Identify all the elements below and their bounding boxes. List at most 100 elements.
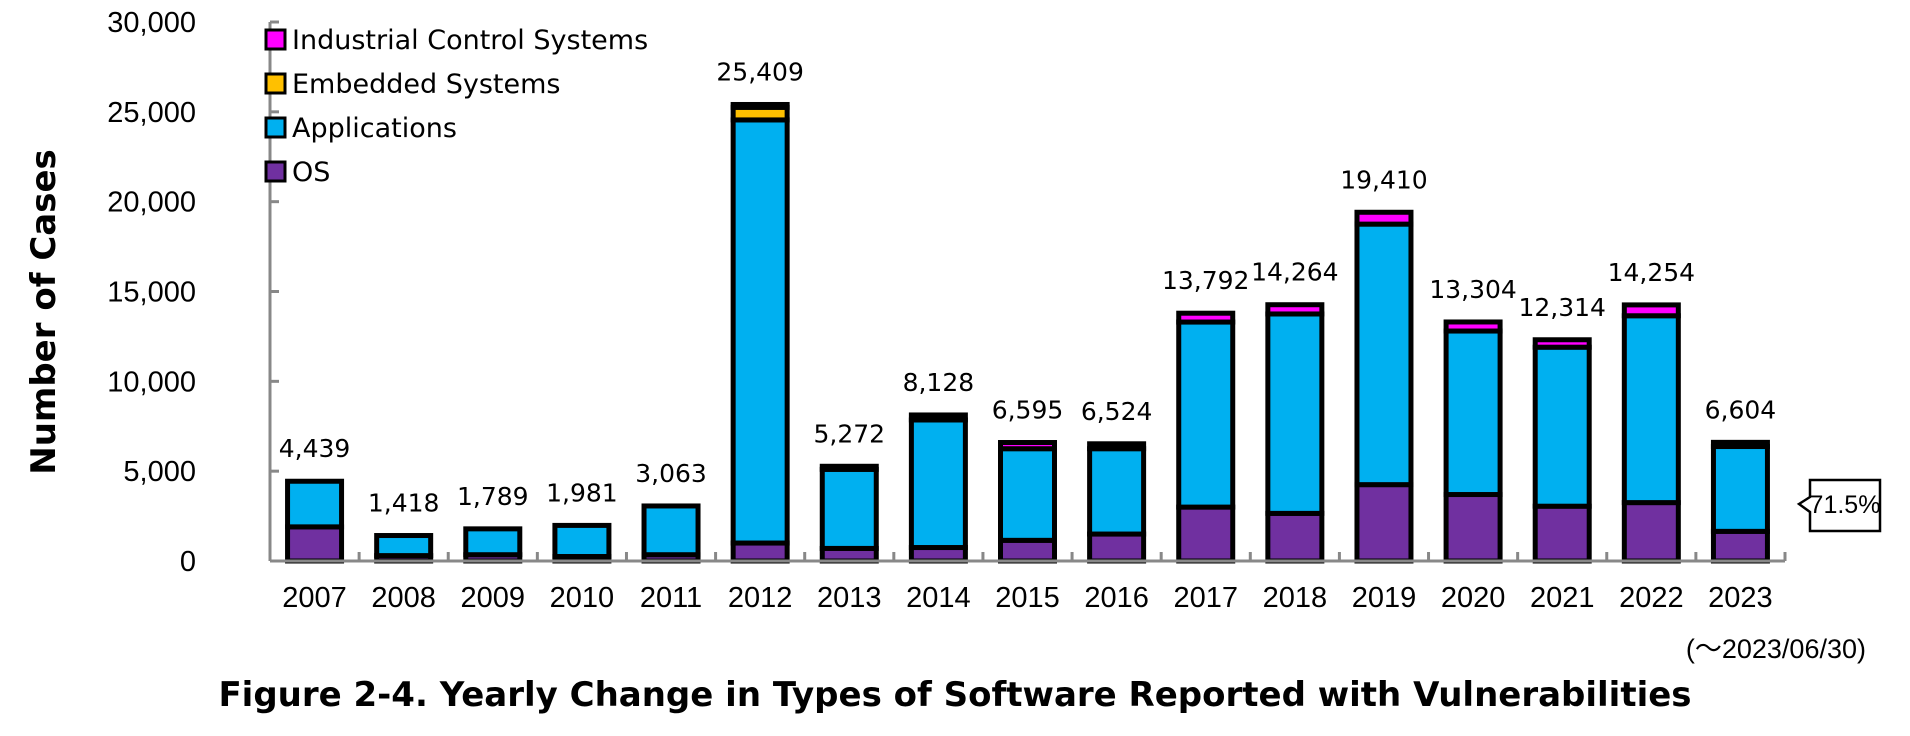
- bar-segment-industrial-control-systems: [1443, 319, 1503, 334]
- total-label: 1,418: [368, 489, 440, 518]
- x-tick-label: 2013: [817, 582, 882, 614]
- bar-segment-industrial-control-systems: [1176, 310, 1236, 325]
- total-label: 14,254: [1608, 258, 1695, 287]
- bar-segment-industrial-control-systems: [730, 101, 790, 110]
- bar-segment-industrial-control-systems: [1532, 337, 1592, 350]
- bar-segment-applications: [1354, 221, 1414, 488]
- total-label: 25,409: [716, 57, 803, 86]
- x-tick-label: 2012: [728, 582, 793, 614]
- bar-stack: [641, 503, 701, 564]
- x-tick-label: 2009: [461, 582, 526, 614]
- total-label: 5,272: [813, 419, 885, 448]
- total-label: 8,128: [903, 368, 975, 397]
- legend-label: OS: [292, 157, 330, 188]
- y-axis: 0 5,000 10,000 15,000 20,000 25,000 30,000: [107, 7, 279, 578]
- bar-segment-os: [1176, 504, 1236, 564]
- bar-segment-os: [1087, 531, 1147, 564]
- bar-segment-applications: [285, 478, 345, 530]
- bar-segment-industrial-control-systems: [998, 440, 1057, 452]
- bar-segment-applications: [1443, 328, 1503, 498]
- total-label: 19,410: [1340, 165, 1427, 194]
- total-label: 1,789: [457, 482, 529, 511]
- y-tick-label: 30,000: [107, 7, 196, 39]
- y-tick-label: 15,000: [107, 277, 196, 309]
- total-label: 12,314: [1518, 293, 1605, 322]
- total-label: 6,595: [992, 396, 1064, 425]
- percentage-callout: 71.5%: [1796, 478, 1882, 533]
- bar-stack: [1710, 439, 1770, 564]
- period-note: (～2023/06/30): [1686, 634, 1866, 664]
- bar-segment-industrial-control-systems: [1354, 209, 1414, 227]
- total-label: 6,524: [1081, 397, 1153, 426]
- x-tick-label: 2017: [1173, 582, 1238, 614]
- x-tick-label: 2011: [640, 582, 702, 614]
- x-tick-label: 2020: [1441, 582, 1506, 614]
- bar-segment-industrial-control-systems: [908, 412, 968, 423]
- total-label: 13,304: [1429, 275, 1516, 304]
- x-tick-label: 2021: [1530, 582, 1595, 614]
- bar-segment-applications: [730, 117, 790, 546]
- bar-segment-os: [1443, 492, 1503, 564]
- y-tick-label: 10,000: [107, 366, 196, 398]
- bar-segment-applications: [641, 503, 701, 558]
- bar-stack: [998, 440, 1057, 564]
- total-label: 6,604: [1705, 395, 1777, 424]
- legend-label: Industrial Control Systems: [292, 25, 648, 56]
- x-tick-label: 2007: [282, 582, 347, 614]
- legend-swatch: [264, 28, 287, 51]
- y-tick-label: 25,000: [107, 97, 196, 129]
- x-tick-label: 2015: [995, 582, 1060, 614]
- x-axis: 2007 2008 2009 2010 2011 2012 2013 2014 2015 2016…: [270, 552, 1787, 614]
- bar-stack: [552, 522, 612, 564]
- total-label: 1,981: [546, 478, 618, 507]
- bar-segment-os: [1265, 510, 1325, 564]
- bar-segment-applications: [463, 526, 523, 558]
- bar-segment-applications: [908, 417, 968, 551]
- bar-segment-applications: [1710, 444, 1770, 534]
- legend-swatch: [264, 72, 287, 95]
- bar-segment-applications: [1087, 446, 1147, 537]
- bar-segment-industrial-control-systems: [1621, 302, 1681, 319]
- bar-stack: [1354, 209, 1414, 564]
- x-tick-label: 2016: [1084, 582, 1149, 614]
- bar-segment-os: [1621, 500, 1681, 564]
- y-tick-label: 20,000: [107, 187, 196, 219]
- legend-swatch: [264, 160, 287, 183]
- bar-stack: [1265, 302, 1325, 564]
- legend-label: Embedded Systems: [292, 69, 560, 100]
- total-label: 14,264: [1251, 258, 1338, 287]
- bar-segment-os: [998, 537, 1057, 564]
- bar-segment-applications: [819, 466, 879, 551]
- bar-segment-applications: [1621, 313, 1681, 506]
- bar-segment-os: [1710, 528, 1770, 564]
- bar-segment-applications: [1265, 311, 1325, 516]
- bar-segment-os: [1354, 482, 1414, 564]
- bar-stack: [1532, 337, 1592, 564]
- x-tick-label: 2018: [1263, 582, 1328, 614]
- callout-text: 71.5%: [1810, 491, 1881, 519]
- y-tick-label: 5,000: [123, 456, 196, 488]
- bar-segment-industrial-control-systems: [819, 463, 879, 472]
- x-tick-label: 2010: [550, 582, 615, 614]
- bar-stack: [908, 412, 968, 564]
- legend: Industrial Control Systems Embedded Syste…: [264, 25, 648, 188]
- bar-stack: [374, 533, 434, 564]
- bar-segment-applications: [1176, 319, 1236, 510]
- bar-segment-applications: [998, 446, 1057, 543]
- x-tick-label: 2008: [371, 582, 436, 614]
- chart-title: Figure 2-4. Yearly Change in Types of So…: [218, 675, 1691, 715]
- bar-stack: [1087, 441, 1147, 564]
- bar-stack: [730, 101, 790, 564]
- bar-segment-industrial-control-systems: [1710, 439, 1770, 450]
- bar-stack: [285, 478, 345, 564]
- bar-stack: [1176, 310, 1236, 564]
- bar-segment-industrial-control-systems: [1265, 302, 1325, 317]
- total-label: 4,439: [279, 434, 351, 463]
- bar-segment-os: [730, 540, 790, 564]
- bar-segment-os: [285, 524, 345, 564]
- total-label: 13,792: [1162, 266, 1249, 295]
- legend-label: Applications: [292, 113, 457, 144]
- y-tick-label: 0: [180, 546, 196, 578]
- bar-segment-industrial-control-systems: [1087, 441, 1147, 452]
- bar-stack: [1621, 302, 1681, 564]
